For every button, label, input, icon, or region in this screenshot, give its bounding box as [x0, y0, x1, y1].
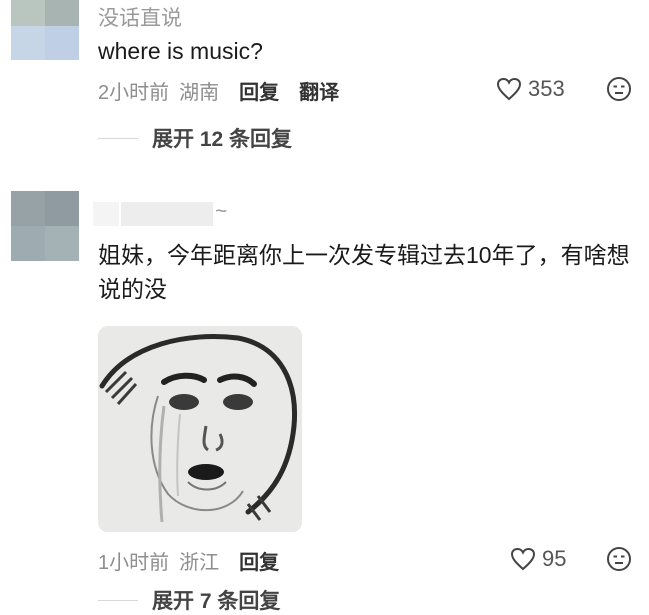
translate-button[interactable]: 翻译 — [299, 76, 339, 105]
comment-meta: 2小时前 湖南 回复 翻译 — [98, 76, 359, 105]
like-button[interactable]: 353 — [496, 76, 565, 102]
sticker-image[interactable] — [98, 326, 302, 532]
like-count: 353 — [528, 76, 565, 101]
timestamp: 1小时前 — [98, 552, 170, 574]
avatar[interactable] — [11, 191, 79, 261]
divider-line — [98, 599, 138, 601]
username-suffix: ~ — [215, 200, 228, 223]
dislike-button[interactable] — [606, 546, 632, 577]
speechless-face-icon — [607, 77, 631, 101]
avatar[interactable] — [11, 0, 79, 60]
comment-text: 姐妹，今年距离你上一次发专辑过去10年了，有啥想说的没 — [98, 242, 630, 302]
divider-line — [98, 137, 138, 139]
redacted-username-block — [93, 202, 119, 226]
expand-replies-label: 展开 12 条回复 — [152, 128, 293, 151]
reply-button[interactable]: 回复 — [239, 76, 279, 105]
timestamp: 2小时前 — [98, 82, 170, 104]
expand-replies-label: 展开 7 条回复 — [152, 590, 281, 613]
username[interactable]: 没话直说 — [98, 2, 182, 32]
like-button[interactable]: 95 — [510, 546, 566, 572]
dislike-button[interactable] — [606, 76, 632, 107]
speechless-face-icon — [607, 547, 631, 571]
heart-outline-icon — [510, 547, 536, 571]
expand-replies[interactable]: 展开 12 条回复 — [98, 123, 292, 153]
comment-text: where is music? — [98, 38, 263, 64]
reply-button[interactable]: 回复 — [239, 546, 279, 575]
like-count: 95 — [542, 546, 567, 571]
expand-replies[interactable]: 展开 7 条回复 — [98, 585, 280, 615]
location: 浙江 — [179, 552, 220, 574]
comment-meta: 1小时前 浙江 回复 — [98, 546, 299, 575]
redacted-username-block — [121, 202, 213, 226]
meme-face-sticker — [98, 326, 302, 532]
location: 湖南 — [179, 82, 220, 104]
username[interactable]: ~ — [93, 200, 238, 228]
heart-outline-icon — [496, 77, 522, 101]
